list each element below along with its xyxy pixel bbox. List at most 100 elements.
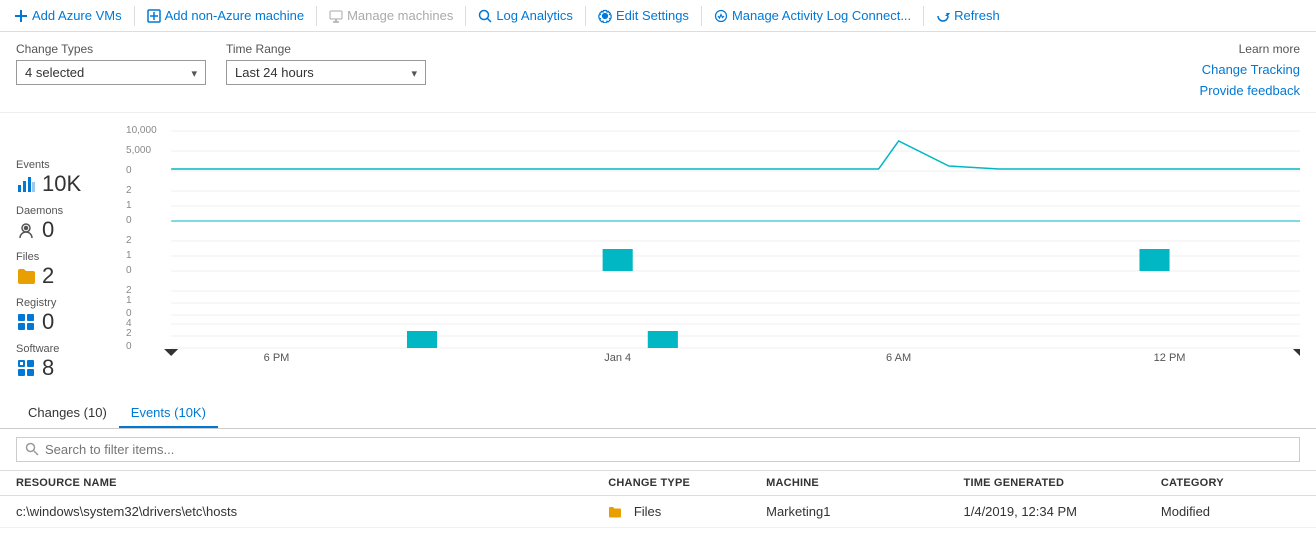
refresh-icon <box>936 9 950 23</box>
add-azure-vms-label: Add Azure VMs <box>32 8 122 23</box>
provide-feedback-link[interactable]: Provide feedback <box>1200 81 1300 102</box>
change-tracking-link[interactable]: Change Tracking <box>1200 60 1300 81</box>
time-range-chevron <box>411 65 417 80</box>
add-non-azure-button[interactable]: Add non-Azure machine <box>141 4 310 27</box>
stat-software: Software 8 <box>16 343 126 381</box>
refresh-button[interactable]: Refresh <box>930 4 1006 27</box>
tab-changes[interactable]: Changes (10) <box>16 399 119 428</box>
software-bar-2 <box>648 331 678 348</box>
software-icon <box>16 358 36 378</box>
files-value: 2 <box>42 263 54 289</box>
change-types-filter: Change Types 4 selected <box>16 42 206 85</box>
plus-icon <box>14 9 28 23</box>
files-bar-1 <box>603 249 633 271</box>
x-label-6am: 6 AM <box>886 352 911 361</box>
files-label: Files <box>16 251 126 263</box>
search-input-wrap <box>16 437 1300 462</box>
category-cell: Modified <box>1145 495 1316 528</box>
time-range-label: Time Range <box>226 42 426 56</box>
change-type-value: Files <box>634 504 661 519</box>
col-machine: MACHINE <box>750 471 947 496</box>
x-label-12pm: 12 PM <box>1154 352 1186 361</box>
edit-settings-label: Edit Settings <box>616 8 689 23</box>
table-row[interactable]: c:\windows\system32\drivers\etc\hosts Fi… <box>0 495 1316 528</box>
files-y-1: 1 <box>126 250 132 261</box>
events-label: Events <box>16 159 126 171</box>
machine-cell: Marketing1 <box>750 495 947 528</box>
events-value: 10K <box>42 171 81 197</box>
software-bar-1 <box>407 331 437 348</box>
software-label: Software <box>16 343 126 355</box>
manage-machines-button: Manage machines <box>323 4 459 27</box>
manage-activity-label: Manage Activity Log Connect... <box>732 8 911 23</box>
stat-files: Files 2 <box>16 251 126 289</box>
divider-2 <box>316 6 317 26</box>
daemons-y-2: 2 <box>126 185 132 196</box>
col-time-generated: TIME GENERATED <box>948 471 1145 496</box>
learn-more-title: Learn more <box>1200 42 1300 56</box>
time-range-filter: Time Range Last 24 hours <box>226 42 426 85</box>
change-type-folder-icon <box>608 504 630 519</box>
daemons-y-0: 0 <box>126 215 132 226</box>
log-analytics-button[interactable]: Log Analytics <box>472 4 579 27</box>
daemons-value: 0 <box>42 217 54 243</box>
table-header: RESOURCE NAME CHANGE TYPE MACHINE TIME G… <box>0 471 1316 496</box>
search-area <box>0 429 1316 471</box>
divider-5 <box>701 6 702 26</box>
toolbar: Add Azure VMs Add non-Azure machine Mana… <box>0 0 1316 32</box>
events-y-0: 0 <box>126 165 132 176</box>
manage-machines-label: Manage machines <box>347 8 453 23</box>
events-y-10000: 10,000 <box>126 125 157 136</box>
daemons-label: Daemons <box>16 205 126 217</box>
log-analytics-label: Log Analytics <box>496 8 573 23</box>
stats-panel: Events 10K Daemons 0 Files <box>16 121 126 383</box>
registry-icon <box>16 312 36 332</box>
software-y-0: 0 <box>126 341 132 352</box>
filters-area: Change Types 4 selected Time Range Last … <box>0 32 1316 113</box>
change-types-select[interactable]: 4 selected <box>16 60 206 85</box>
divider-6 <box>923 6 924 26</box>
add-non-azure-label: Add non-Azure machine <box>165 8 304 23</box>
daemons-icon <box>16 220 36 240</box>
files-bar-2 <box>1139 249 1169 271</box>
change-type-cell: Files <box>592 495 750 528</box>
search-icon <box>25 442 39 456</box>
tab-events-label: Events (10K) <box>131 405 206 420</box>
log-analytics-icon <box>478 9 492 23</box>
stat-registry: Registry 0 <box>16 297 126 335</box>
col-category: CATEGORY <box>1145 471 1316 496</box>
software-value: 8 <box>42 355 54 381</box>
change-types-label: Change Types <box>16 42 206 56</box>
col-resource-name: RESOURCE NAME <box>0 471 592 496</box>
search-input[interactable] <box>45 442 345 457</box>
events-icon <box>16 174 36 194</box>
divider-1 <box>134 6 135 26</box>
resource-name-cell: c:\windows\system32\drivers\etc\hosts <box>0 495 592 528</box>
edit-settings-button[interactable]: Edit Settings <box>592 4 695 27</box>
tab-changes-label: Changes (10) <box>28 405 107 420</box>
manage-activity-button[interactable]: Manage Activity Log Connect... <box>708 4 917 27</box>
files-y-0: 0 <box>126 265 132 276</box>
divider-4 <box>585 6 586 26</box>
files-icon <box>16 266 36 286</box>
chart-svg: 10,000 5,000 0 2 1 0 2 1 0 <box>126 121 1300 361</box>
add-azure-vms-button[interactable]: Add Azure VMs <box>8 4 128 27</box>
learn-more-section: Learn more Change Tracking Provide feedb… <box>1200 42 1300 102</box>
events-y-5000: 5,000 <box>126 145 152 156</box>
software-y-2: 2 <box>126 328 132 339</box>
time-range-value: Last 24 hours <box>235 65 314 80</box>
gear-icon <box>598 9 612 23</box>
time-range-select[interactable]: Last 24 hours <box>226 60 426 85</box>
left-time-marker <box>164 349 178 356</box>
stat-daemons: Daemons 0 <box>16 205 126 243</box>
col-change-type: CHANGE TYPE <box>592 471 750 496</box>
registry-y-1: 1 <box>126 295 132 306</box>
activity-icon <box>714 9 728 23</box>
registry-value: 0 <box>42 309 54 335</box>
stat-events: Events 10K <box>16 159 126 197</box>
machines-icon <box>329 9 343 23</box>
x-label-jan4: Jan 4 <box>604 352 631 361</box>
tab-events[interactable]: Events (10K) <box>119 399 218 428</box>
x-label-6pm: 6 PM <box>264 352 290 361</box>
registry-label: Registry <box>16 297 126 309</box>
